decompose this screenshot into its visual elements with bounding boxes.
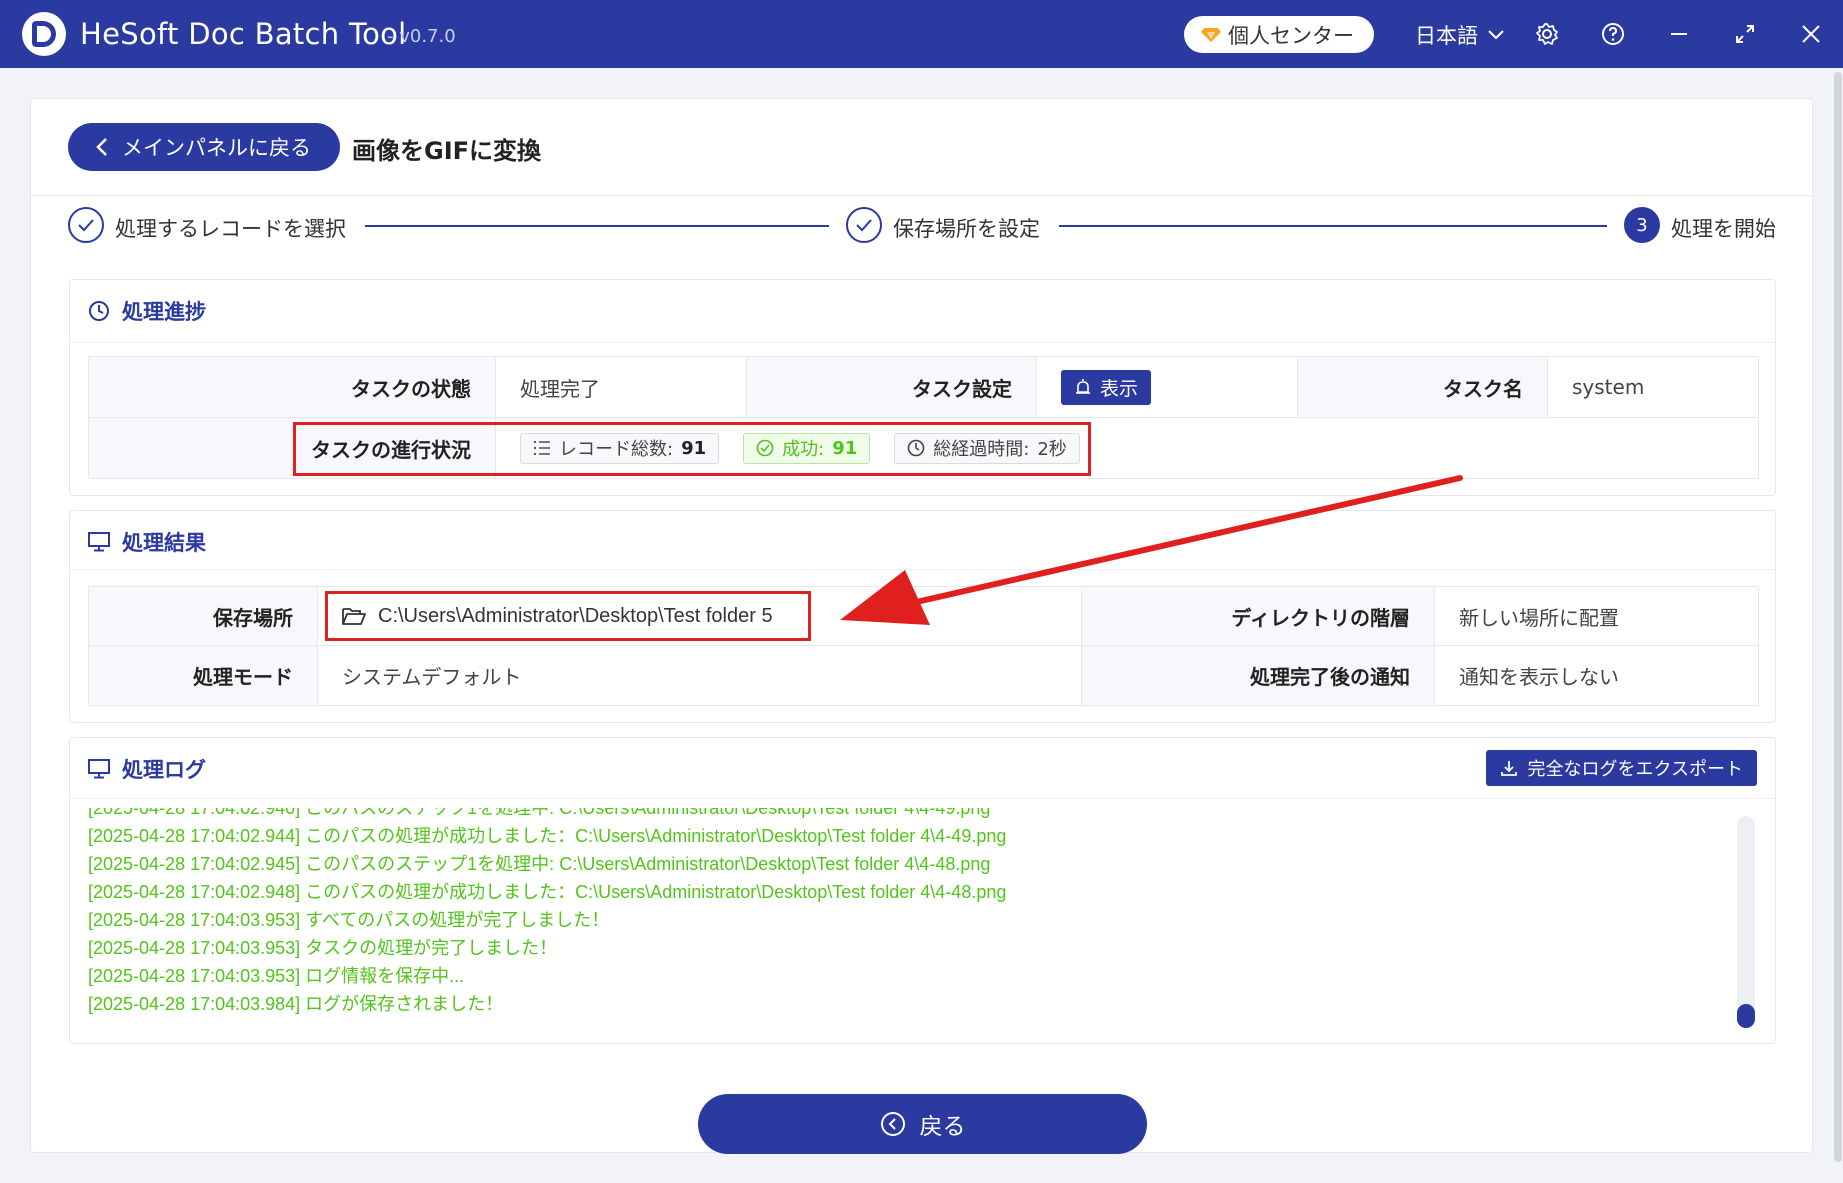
page-title: 画像をGIFに変換 (352, 137, 542, 165)
task-name-value: system (1548, 357, 1759, 418)
help-icon[interactable] (1597, 18, 1629, 50)
log-line: [2025-04-28 17:04:02.948] このパスの処理が成功しました… (88, 882, 1007, 902)
header-divider (31, 195, 1812, 196)
log-line: [2025-04-28 17:04:03.953] タスクの処理が完了しました！ (88, 938, 558, 958)
app-logo-icon (22, 12, 66, 56)
log-line: [2025-04-28 17:04:03.984] ログが保存されました！ (88, 994, 504, 1014)
step-3-label: 処理を開始 (1671, 217, 1776, 241)
log-scrollbar[interactable] (1737, 816, 1755, 1028)
step-2-label: 保存場所を設定 (893, 217, 1040, 241)
log-section: 処理ログ 完全なログをエクスポート [2025-04-28 17:04:02.9… (69, 737, 1776, 1044)
monitor-icon (88, 759, 110, 779)
save-location-label: 保存場所 (89, 587, 318, 646)
language-label: 日本語 (1415, 24, 1478, 48)
log-line: [2025-04-28 17:04:03.953] すべてのパスの処理が完了しま… (88, 910, 610, 930)
app-title: HeSoft Doc Batch Tool (80, 17, 407, 51)
step-3-number: 3 (1624, 207, 1660, 243)
step-connector-1 (365, 225, 829, 227)
task-settings-cell: 表示 (1037, 357, 1298, 418)
gear-icon[interactable] (1531, 18, 1563, 50)
back-to-main-button[interactable]: メインパネルに戻る (68, 123, 340, 171)
notify-label: 処理完了後の通知 (1082, 646, 1435, 706)
log-line: [2025-04-28 17:04:02.944] このパスの処理が成功しました… (88, 826, 1007, 846)
personal-center-button[interactable]: 個人センター (1184, 16, 1374, 53)
back-button[interactable]: 戻る (698, 1094, 1147, 1154)
log-line: [2025-04-28 17:04:02.945] このパスのステップ1を処理中… (88, 854, 991, 874)
step-1-check-icon (68, 207, 104, 243)
step-connector-2 (1059, 225, 1607, 227)
task-settings-label: タスク設定 (747, 357, 1037, 418)
log-scrollbar-thumb[interactable] (1737, 1004, 1755, 1028)
download-icon (1500, 761, 1517, 776)
task-status-label: タスクの状態 (89, 357, 496, 418)
processing-mode-label: 処理モード (89, 646, 318, 706)
minimize-icon[interactable] (1663, 18, 1695, 50)
alarm-icon (1075, 379, 1090, 394)
log-section-title: 処理ログ (88, 754, 206, 784)
annotation-arrow (840, 475, 1463, 625)
show-settings-button[interactable]: 表示 (1061, 369, 1151, 405)
chevron-left-icon (96, 138, 107, 156)
maximize-icon[interactable] (1729, 18, 1761, 50)
personal-center-label: 個人センター (1228, 23, 1354, 48)
chevron-left-circle-icon (880, 1112, 905, 1136)
chevron-down-icon (1488, 30, 1504, 40)
back-to-main-label: メインパネルに戻る (122, 136, 311, 160)
save-path-highlight-box (325, 591, 811, 641)
log-line: [2025-04-28 17:04:02.940] このパスのステップ1を処理中… (88, 808, 991, 818)
progress-highlight-box (293, 422, 1091, 476)
diamond-icon (1201, 27, 1221, 42)
app-version: - v0.7.0 (387, 26, 456, 47)
task-name-label: タスク名 (1298, 357, 1548, 418)
log-line: [2025-04-28 17:04:03.953] ログ情報を保存中... (88, 966, 465, 986)
step-2-check-icon (846, 207, 882, 243)
directory-level-value: 新しい場所に配置 (1435, 587, 1759, 646)
processing-mode-value: システムデフォルト (318, 646, 1082, 706)
title-bar: HeSoft Doc Batch Tool - v0.7.0 個人センター 日本… (0, 0, 1843, 68)
monitor-icon (88, 532, 110, 552)
result-section-title: 処理結果 (88, 527, 206, 557)
notify-value: 通知を表示しない (1435, 646, 1759, 706)
step-1-label: 処理するレコードを選択 (115, 217, 346, 241)
back-button-label: 戻る (919, 1114, 966, 1140)
page-scrollbar[interactable] (1833, 72, 1843, 1172)
progress-section-title: 処理進捗 (88, 296, 206, 326)
log-output: [2025-04-28 17:04:02.940] このパスのステップ1を処理中… (88, 808, 1708, 1034)
language-select[interactable]: 日本語 (1415, 20, 1504, 50)
task-status-value: 処理完了 (496, 357, 747, 418)
export-log-button[interactable]: 完全なログをエクスポート (1485, 750, 1757, 786)
close-icon[interactable] (1795, 18, 1827, 50)
clock-icon (89, 301, 109, 321)
